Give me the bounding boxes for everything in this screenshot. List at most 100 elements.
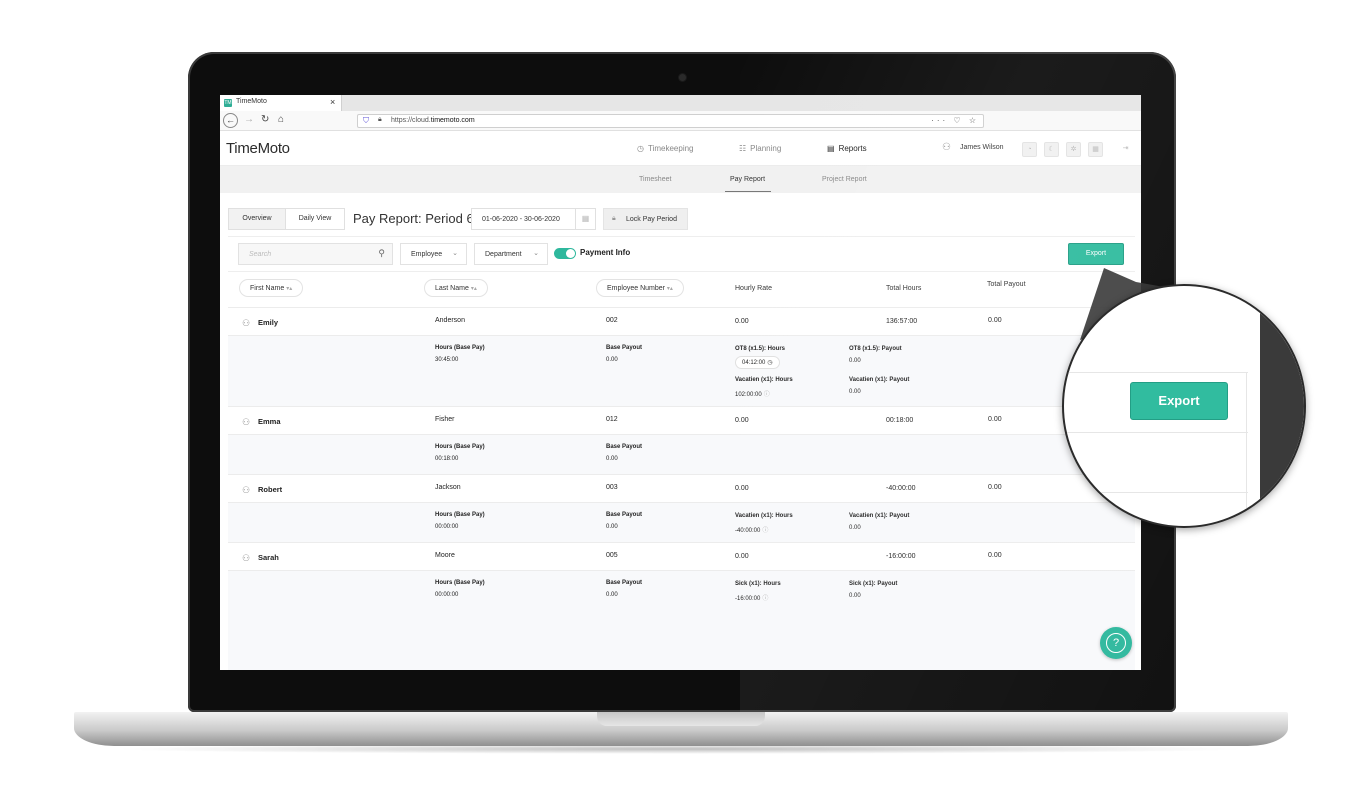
header-last-name[interactable]: Last Name ▾▴: [424, 279, 488, 297]
view-switch: Overview Daily View: [228, 208, 345, 230]
url-text[interactable]: https://cloud.timemoto.com: [391, 117, 475, 124]
overview-button[interactable]: Overview: [229, 209, 286, 229]
calendar-icon[interactable]: ▦: [575, 209, 595, 229]
report-icon: ▤: [827, 144, 835, 153]
table-row[interactable]: ⚇ Sarah Moore 005 0.00 -16:00:00 0.00: [228, 542, 1135, 570]
app-header: TimeMoto ◷ Timekeeping ☷ Planning ▤ Reports…: [220, 132, 1141, 166]
detail-label: Sick (x1): Payout: [849, 581, 898, 587]
nav-reports[interactable]: ▤ Reports: [827, 144, 867, 153]
person-icon: ⚇: [242, 318, 251, 328]
search-icon[interactable]: ⚲: [378, 248, 385, 259]
url-bar[interactable]: ⛉ 🔒︎ https://cloud.timemoto.com ··· ♡ ☆: [357, 114, 984, 128]
daily-view-button[interactable]: Daily View: [286, 209, 344, 229]
search-input[interactable]: Search ⚲: [238, 243, 393, 265]
table-row[interactable]: ⚇ Emma Fisher 012 0.00 00:18:00 0.00: [228, 406, 1135, 434]
detail-label: OT8 (x1.5): Payout: [849, 346, 902, 352]
detail-value: 0.00: [606, 357, 618, 363]
browser-tab[interactable]: TM TimeMoto ×: [220, 95, 342, 111]
logout-icon[interactable]: ⇥: [1118, 142, 1133, 157]
calendar-icon[interactable]: ▦: [1088, 142, 1103, 157]
last-name-cell: Jackson: [435, 484, 461, 491]
header-employee-number[interactable]: Employee Number ▾▴: [596, 279, 684, 297]
table-row[interactable]: ⚇ Emily Anderson 002 0.00 136:57:00 0.00: [228, 307, 1135, 335]
home-icon[interactable]: ⌂: [278, 114, 284, 125]
screen: TM TimeMoto × ← → ↻ ⌂ ⛉ 🔒︎ https://cloud…: [220, 95, 1141, 670]
hourly-rate-cell: 0.00: [735, 553, 749, 560]
sort-icon: ▾▴: [666, 286, 673, 292]
detail-label: Hours (Base Pay): [435, 444, 485, 450]
row-detail: Hours (Base Pay) 30:45:00 Base Payout 0.…: [228, 335, 1135, 406]
header-first-name[interactable]: First Name ▾▴: [239, 279, 304, 297]
detail-value: 102:00:00 ⓘ: [735, 389, 770, 398]
magnified-divider: [1064, 492, 1248, 493]
url-actions-icon[interactable]: ··· ♡ ☆: [931, 116, 979, 125]
total-payout-cell: 0.00: [988, 552, 1002, 559]
table-header: First Name ▾▴ Last Name ▾▴ Employee Numb…: [228, 271, 1135, 307]
back-arrow-icon[interactable]: ←: [223, 113, 238, 128]
employee-dropdown[interactable]: Employee ⌄: [400, 243, 467, 265]
detail-label: Vacatien (x1): Payout: [849, 513, 910, 519]
question-icon: ?: [1106, 633, 1126, 653]
export-button[interactable]: Export: [1068, 243, 1124, 265]
chevron-down-icon: ⌄: [533, 250, 539, 257]
gear-icon[interactable]: ✲: [1066, 142, 1081, 157]
hourly-rate-cell: 0.00: [735, 417, 749, 424]
detail-label: Vacatien (x1): Payout: [849, 377, 910, 383]
lock-icon[interactable]: 🔒︎: [378, 116, 382, 124]
lock-icon: 🔒︎: [612, 215, 616, 222]
info-icon[interactable]: ⓘ: [762, 525, 768, 534]
detail-value: -16:00:00 ⓘ: [735, 593, 768, 602]
payment-info-toggle[interactable]: [554, 248, 576, 259]
magnified-bezel: [1260, 286, 1304, 526]
detail-label: Sick (x1): Hours: [735, 581, 781, 587]
detail-value: 0.00: [849, 389, 861, 395]
employee-dropdown-label: Employee: [411, 251, 443, 258]
timemoto-favicon-icon: TM: [224, 99, 232, 107]
detail-label: Base Payout: [606, 345, 643, 351]
tab-timesheet[interactable]: Timesheet: [639, 176, 671, 183]
toggle-knob: [566, 249, 575, 258]
reload-icon[interactable]: ↻: [261, 114, 269, 125]
tab-close-icon[interactable]: ×: [330, 97, 335, 107]
employee-number-cell: 002: [606, 317, 618, 324]
detail-value: 00:00:00: [435, 524, 459, 530]
moon-icon[interactable]: ☾: [1044, 142, 1059, 157]
shield-icon[interactable]: ⛉: [363, 116, 369, 126]
total-payout-cell: 0.00: [988, 484, 1002, 491]
department-dropdown[interactable]: Department ⌄: [474, 243, 548, 265]
filter-panel: Search ⚲ Employee ⌄ Department ⌄ Payment…: [228, 236, 1135, 270]
header-total-payout: Total Payout: [987, 281, 1026, 288]
laptop-stage: TM TimeMoto × ← → ↻ ⌂ ⛉ 🔒︎ https://cloud…: [0, 0, 1360, 800]
nav-timekeeping[interactable]: ◷ Timekeeping: [637, 144, 694, 153]
detail-label: Base Payout: [606, 512, 643, 518]
detail-label: Vacatien (x1): Hours: [735, 513, 793, 519]
hourly-rate-cell: 0.00: [735, 485, 749, 492]
clock-icon[interactable]: ◷: [767, 359, 772, 366]
magnified-export-button[interactable]: Export: [1130, 382, 1228, 420]
detail-value: 30:45:00: [435, 357, 459, 363]
date-range-picker[interactable]: 01-06-2020 - 30-06-2020 ▦: [471, 208, 596, 230]
table-row[interactable]: ⚇ Robert Jackson 003 0.00 -40:00:00 0.00: [228, 474, 1135, 502]
planning-icon: ☷: [739, 144, 747, 153]
user-name: James Wilson: [960, 144, 1004, 151]
webcam: [679, 74, 686, 81]
header-hourly-rate: Hourly Rate: [735, 285, 772, 292]
lock-pay-period-button[interactable]: 🔒︎ Lock Pay Period: [603, 208, 688, 230]
browser-tab-bar: TM TimeMoto ×: [220, 95, 1141, 111]
detail-value: 00:00:00: [435, 592, 459, 598]
tab-pay-report[interactable]: Pay Report: [730, 176, 765, 183]
header-total-hours: Total Hours: [886, 285, 922, 292]
nav-planning[interactable]: ☷ Planning: [739, 144, 781, 153]
help-button[interactable]: ?: [1100, 627, 1132, 659]
row-detail: Hours (Base Pay) 00:00:00 Base Payout 0.…: [228, 502, 1135, 542]
forward-arrow-icon[interactable]: →: [244, 114, 254, 125]
timemoto-logo[interactable]: TimeMoto: [226, 140, 290, 157]
info-icon[interactable]: ⓘ: [764, 389, 770, 398]
tab-project-report[interactable]: Project Report: [822, 176, 867, 183]
first-name-cell: Robert: [258, 485, 283, 494]
bell-icon[interactable]: ◔: [1022, 142, 1037, 157]
total-payout-cell: 0.00: [988, 416, 1002, 423]
last-name-cell: Anderson: [435, 317, 465, 324]
chevron-down-icon: ⌄: [452, 250, 458, 257]
info-icon[interactable]: ⓘ: [762, 593, 768, 602]
